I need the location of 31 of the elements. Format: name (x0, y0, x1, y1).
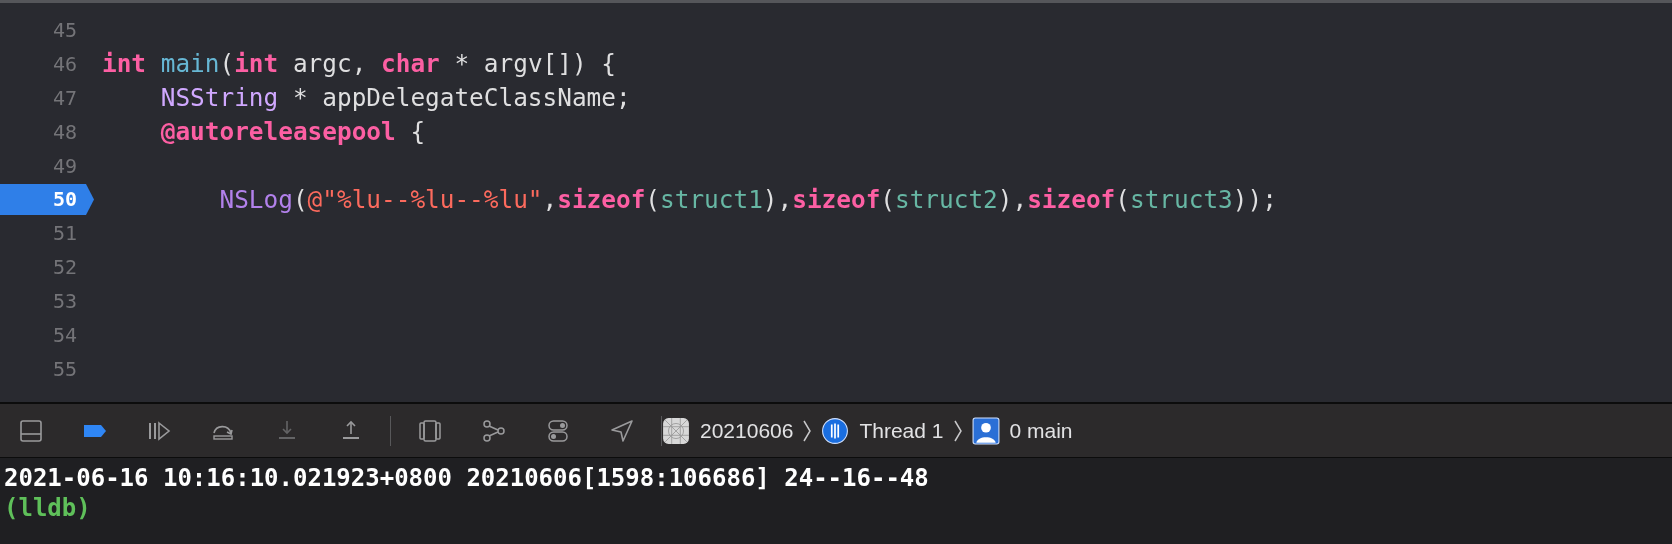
breadcrumb-item[interactable]: 20210606 (700, 418, 794, 443)
line-number: 45 (52, 17, 77, 42)
line-number: 52 (52, 255, 77, 280)
breadcrumb-item[interactable]: 0 main (1009, 418, 1073, 443)
line-number: 54 (52, 322, 77, 347)
breadcrumb-item[interactable]: Thread 1 (859, 418, 944, 443)
chevron-icon (803, 419, 812, 442)
code-line: int main(int argc, char * argv[]) { (102, 49, 616, 79)
console-prompt: (lldb) (4, 493, 92, 523)
code-line: NSString * appDelegateClassName; (159, 83, 631, 113)
code-line: NSLog(@"%lu--%lu--%lu",sizeof(struct1),sizeof(struct2),sizeof(struct3)); (218, 184, 1277, 214)
location-arrow-icon[interactable] (609, 417, 635, 444)
line-number: 48 (52, 119, 77, 144)
line-number: 47 (52, 85, 77, 110)
chevron-icon (953, 419, 962, 442)
person-icon[interactable] (971, 416, 1000, 445)
line-number: 55 (52, 356, 77, 381)
thread-icon[interactable] (821, 416, 850, 445)
toggles-icon[interactable] (545, 417, 571, 444)
graph-icon[interactable] (481, 417, 507, 444)
layers-icon[interactable] (417, 417, 443, 444)
breakpoint-marker[interactable] (0, 183, 94, 215)
line-number: 46 (52, 51, 77, 76)
line-number: 50 (52, 187, 77, 212)
app-icon[interactable] (662, 416, 690, 445)
console-output: 2021-06-16 10:16:10.021923+0800 20210606[1598:106686] 24--16--48 (4, 463, 930, 493)
line-number: 51 (52, 221, 77, 246)
panel-icon[interactable] (18, 417, 44, 444)
line-number: 49 (52, 153, 77, 178)
code-line: @autoreleasepool { (159, 117, 426, 147)
line-number: 53 (52, 289, 77, 314)
